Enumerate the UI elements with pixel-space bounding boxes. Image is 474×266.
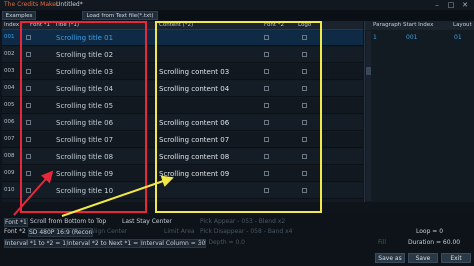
- interval-1-2-field[interactable]: Interval *1 to *2 = 15: [4, 239, 71, 248]
- title-bar: The Credits Maker Untitled* – □ ✕: [0, 0, 474, 10]
- paragraph-header: Paragraph Start Index Layout: [365, 21, 474, 30]
- examples-button[interactable]: Examples: [2, 11, 36, 20]
- load-text-button[interactable]: Load from Text file(*.txt): [82, 11, 158, 20]
- last-stay-select[interactable]: Last Stay Center: [122, 218, 172, 225]
- exit-button[interactable]: Exit: [441, 253, 471, 263]
- minimize-button[interactable]: –: [430, 0, 444, 10]
- row-index: 005: [4, 102, 15, 108]
- interval-column-field[interactable]: Interval Column = 30: [140, 239, 207, 248]
- font2-selector[interactable]: Font *2: [4, 228, 26, 235]
- duration-field[interactable]: Duration = 60.00: [408, 239, 460, 246]
- title-column-highlight: [20, 21, 147, 213]
- file-name: Untitled*: [56, 1, 83, 8]
- interval-2-1-field[interactable]: Interval *2 to Next *1 = 50: [66, 239, 149, 248]
- row-index: 009: [4, 170, 15, 176]
- app-name: The Credits Maker: [4, 1, 59, 8]
- window-controls: – □ ✕: [430, 0, 472, 10]
- save-as-button[interactable]: Save as: [375, 253, 405, 263]
- row-index: 007: [4, 136, 15, 142]
- header-start-index[interactable]: Start Index: [403, 22, 433, 28]
- row-index: 002: [4, 51, 15, 57]
- format-select[interactable]: SD 480P 16:9 (Recon: [28, 228, 94, 237]
- loop-field[interactable]: Loop = 0: [416, 228, 443, 235]
- row-index: 001: [4, 34, 15, 40]
- limit-area-toggle[interactable]: Limit Area: [164, 228, 195, 235]
- content-column-highlight: [155, 21, 322, 213]
- row-index: 010: [4, 187, 15, 193]
- scroll-mode-select[interactable]: Scroll from Bottom to Top: [30, 218, 106, 225]
- scrollbar-thumb[interactable]: [366, 67, 371, 75]
- paragraph-layout: 01: [454, 34, 462, 41]
- row-index: 006: [4, 119, 15, 125]
- paragraph-number: 1: [373, 34, 377, 41]
- depth-3d-field[interactable]: 3D Depth = 0.0: [198, 239, 245, 246]
- row-index: 004: [4, 85, 15, 91]
- paragraph-start-index: 001: [406, 34, 418, 41]
- align-select[interactable]: Align Center: [90, 228, 127, 235]
- fill-toggle[interactable]: Fill: [378, 239, 386, 246]
- pick-appear-select[interactable]: Pick Appear - 053 - Blend x2: [200, 218, 285, 225]
- save-button[interactable]: Save: [408, 253, 438, 263]
- header-layout[interactable]: Layout: [453, 22, 472, 28]
- paragraph-row[interactable]: 1 001 01: [365, 32, 474, 44]
- header-index[interactable]: Index: [4, 22, 19, 28]
- close-button[interactable]: ✕: [458, 0, 472, 10]
- grid-scrollbar[interactable]: [366, 31, 371, 201]
- paragraph-panel[interactable]: Paragraph Start Index Layout 1 001 01: [364, 21, 474, 202]
- toolbar: Examples Load from Text file(*.txt): [0, 10, 474, 21]
- row-index: 008: [4, 153, 15, 159]
- row-index: 003: [4, 68, 15, 74]
- header-paragraph[interactable]: Paragraph: [373, 22, 401, 28]
- pick-disappear-select[interactable]: Pick Disappear - 058 - Band x4: [200, 228, 292, 235]
- maximize-button[interactable]: □: [444, 0, 458, 10]
- font1-selector[interactable]: Font *1: [4, 218, 28, 227]
